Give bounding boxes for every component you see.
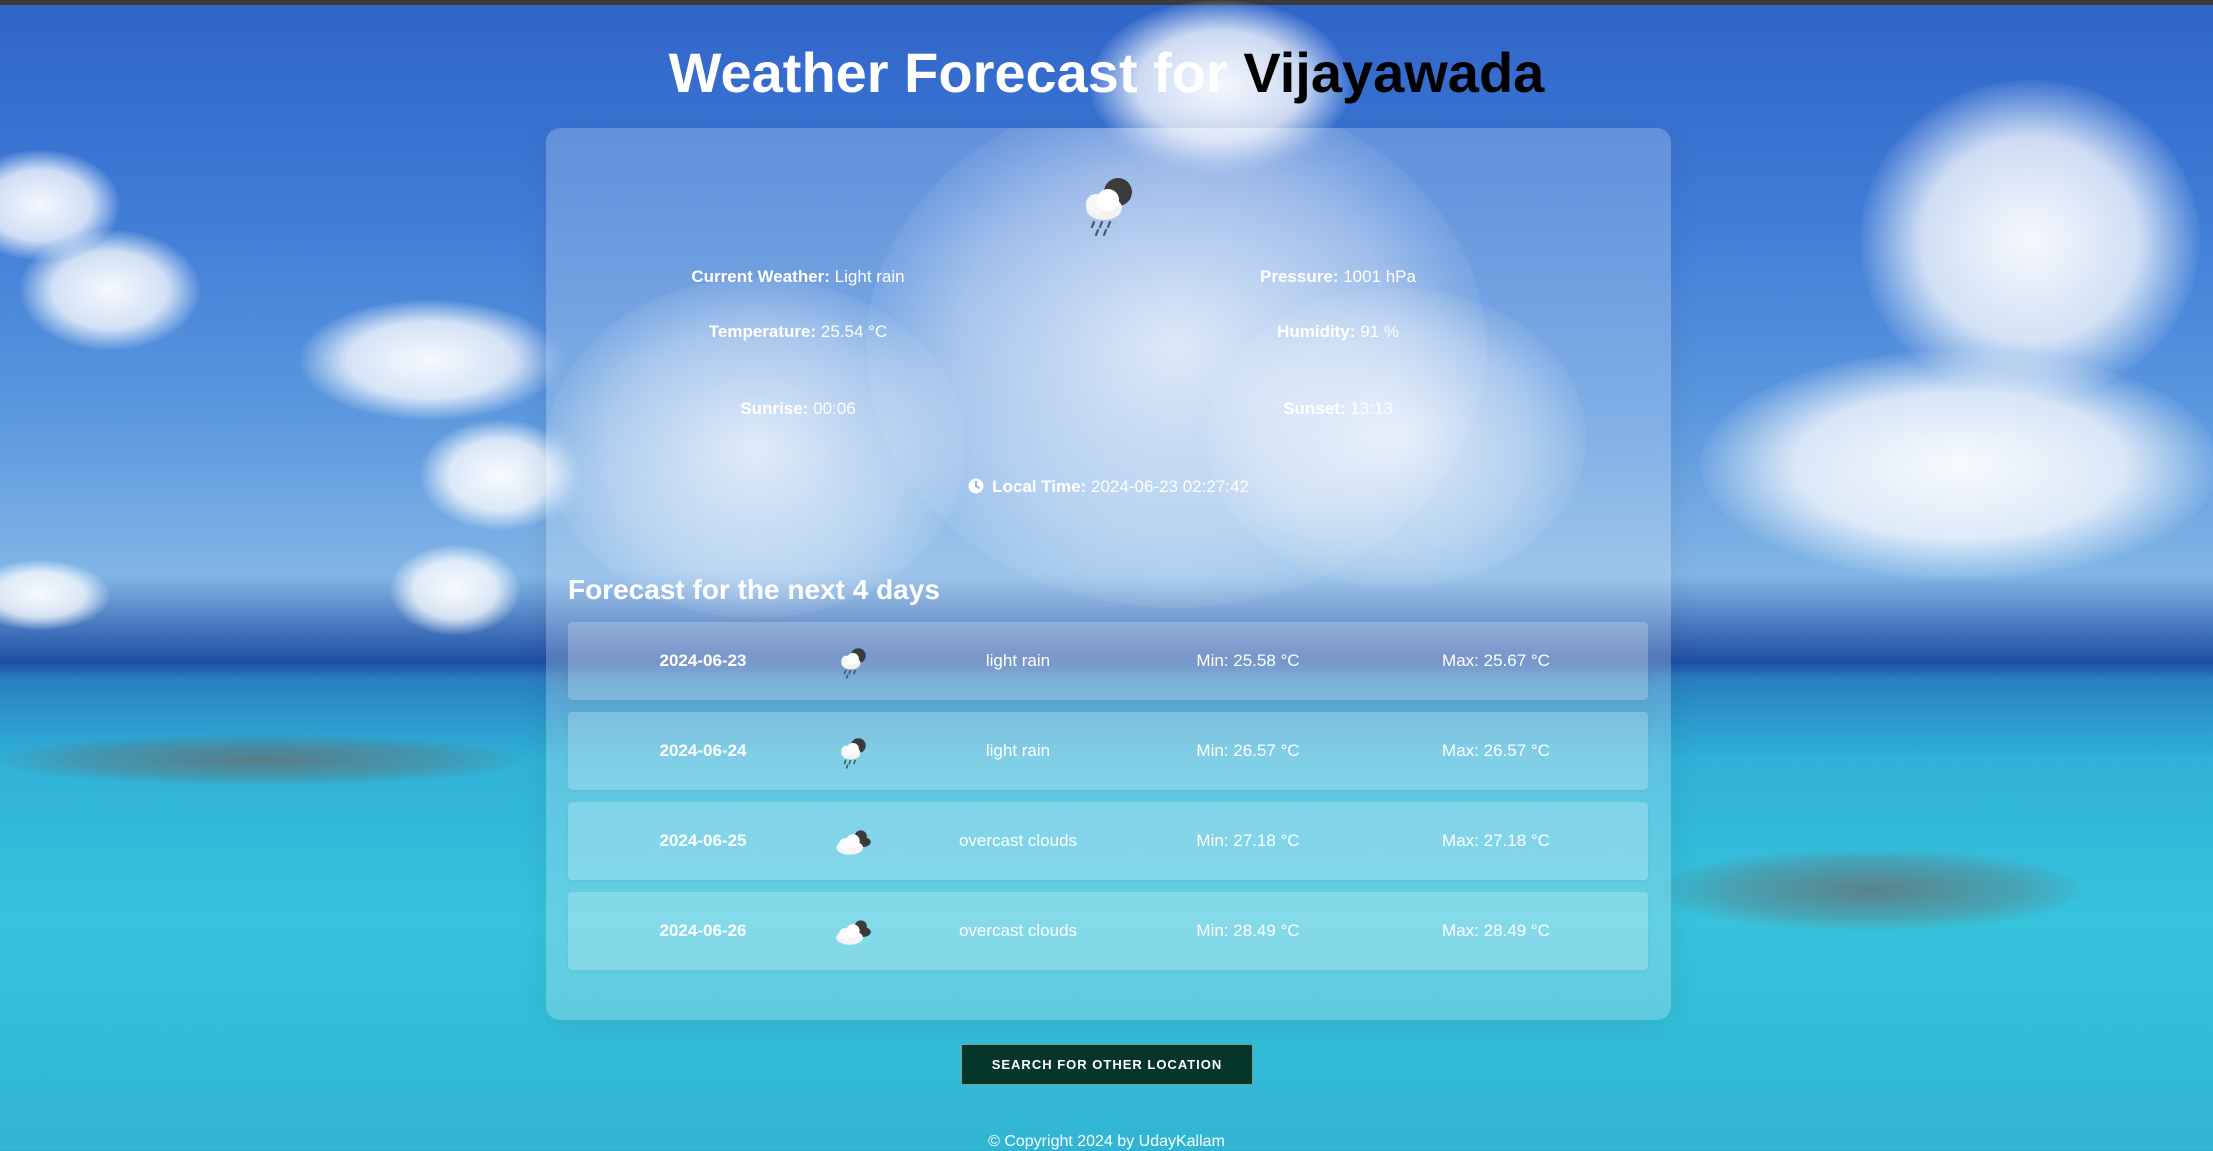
background-reef [0, 735, 520, 785]
rain-cloud-moon-icon [841, 737, 866, 769]
forecast-min: Min: 27.18 °C [1196, 831, 1300, 850]
pressure-value: 1001 hPa [1343, 267, 1416, 286]
forecast-max: Max: 26.57 °C [1442, 741, 1550, 760]
forecast-icon-cell [818, 802, 888, 880]
forecast-max: Max: 28.49 °C [1442, 921, 1550, 940]
forecast-heading: Forecast for the next 4 days [568, 574, 940, 605]
page-title: Weather Forecast for Vijayawada [0, 38, 2213, 108]
forecast-icon-cell [818, 622, 888, 700]
temperature-label: Temperature: [708, 322, 817, 341]
current-weather-value: Light rain [834, 267, 905, 286]
background-cloud [20, 230, 200, 350]
forecast-icon-cell [818, 892, 888, 970]
humidity-value: 91 % [1360, 322, 1399, 341]
top-bar [0, 0, 2213, 5]
sunrise-label: Sunrise: [740, 399, 809, 418]
background-cloud [390, 545, 520, 635]
sunset: Sunset: 13:13 [1128, 398, 1548, 420]
forecast-list: 2024-06-23 light rain Min: 25.58 °C Max:… [568, 622, 1648, 982]
background-cloud [0, 560, 110, 630]
forecast-max: Max: 27.18 °C [1442, 831, 1550, 850]
overcast-cloud-icon [836, 829, 871, 855]
city-name: Vijayawada [1243, 41, 1545, 104]
forecast-min: Min: 25.58 °C [1196, 651, 1300, 670]
background-cloud [1860, 80, 2200, 400]
humidity-label: Humidity: [1277, 322, 1356, 341]
background-cloud [300, 300, 560, 420]
current-weather-label: Current Weather: [691, 267, 830, 286]
forecast-description: overcast clouds [958, 831, 1078, 850]
forecast-description: overcast clouds [958, 921, 1078, 940]
forecast-icon-cell [818, 712, 888, 790]
current-weather: Current Weather: Light rain [588, 266, 1008, 288]
background-reef [1660, 850, 2080, 930]
sunrise-value: 00:06 [813, 399, 856, 418]
local-time-value: 2024-06-23 02:27:42 [1091, 477, 1249, 496]
sunset-label: Sunset: [1283, 399, 1346, 418]
local-time: Local Time: 2024-06-23 02:27:42 [546, 476, 1671, 498]
overcast-cloud-icon [836, 919, 871, 945]
footer-copyright: © Copyright 2024 by UdayKallam [988, 1133, 1225, 1150]
forecast-description: light rain [985, 741, 1051, 760]
sunrise: Sunrise: 00:06 [588, 398, 1008, 420]
forecast-min: Min: 26.57 °C [1196, 741, 1300, 760]
weather-card: Current Weather: Light rain Pressure: 10… [546, 128, 1671, 1020]
pressure: Pressure: 1001 hPa [1128, 266, 1548, 288]
clock-icon [968, 478, 984, 494]
temperature: Temperature: 25.54 °C [588, 321, 1008, 343]
background-cloud [0, 150, 120, 260]
search-other-location-button[interactable]: SEARCH FOR OTHER LOCATION [961, 1044, 1253, 1085]
forecast-date: 2024-06-26 [659, 921, 747, 940]
forecast-max: Max: 25.67 °C [1442, 651, 1550, 670]
forecast-description: light rain [985, 651, 1051, 670]
temperature-value: 25.54 °C [820, 322, 888, 341]
forecast-row: 2024-06-26 overcast clouds Min: 28.49 °C… [568, 892, 1648, 970]
sunset-value: 13:13 [1350, 399, 1393, 418]
forecast-date: 2024-06-25 [659, 831, 747, 850]
forecast-min: Min: 28.49 °C [1196, 921, 1300, 940]
local-time-label: Local Time: [992, 477, 1087, 496]
forecast-row: 2024-06-23 light rain Min: 25.58 °C Max:… [568, 622, 1648, 700]
forecast-date: 2024-06-23 [659, 651, 747, 670]
humidity: Humidity: 91 % [1128, 321, 1548, 343]
forecast-date: 2024-06-24 [659, 741, 747, 760]
title-prefix: Weather Forecast for [668, 41, 1244, 104]
background-cloud [1700, 350, 2213, 580]
forecast-row: 2024-06-24 light rain Min: 26.57 °C Max:… [568, 712, 1648, 790]
rain-cloud-moon-icon [1086, 178, 1132, 237]
rain-cloud-moon-icon [841, 647, 866, 679]
forecast-row: 2024-06-25 overcast clouds Min: 27.18 °C… [568, 802, 1648, 880]
pressure-label: Pressure: [1260, 267, 1339, 286]
